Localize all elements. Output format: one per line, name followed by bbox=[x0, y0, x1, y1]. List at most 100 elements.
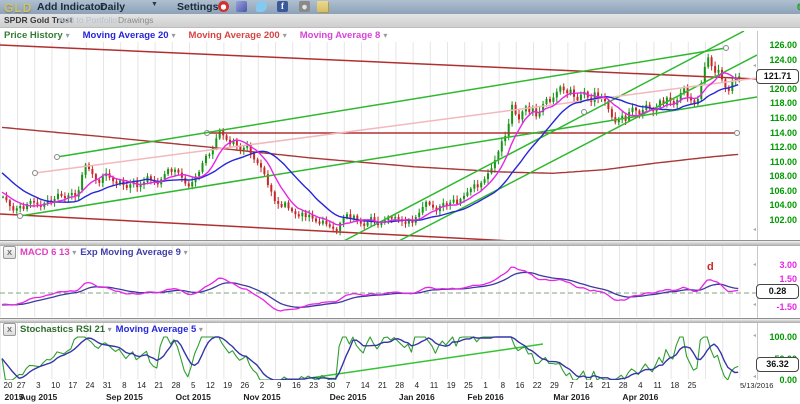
ma20-dropdown[interactable]: Moving Average 20▾ bbox=[83, 30, 176, 41]
caret-down-icon[interactable]: ▾ bbox=[199, 325, 203, 334]
interval-caret-icon[interactable]: ▼ bbox=[151, 1, 158, 8]
ma200-line bbox=[2, 127, 738, 173]
date-tick-label: 3 bbox=[36, 381, 40, 390]
camera-icon[interactable] bbox=[299, 1, 310, 12]
date-tick-label: 26 bbox=[240, 381, 249, 390]
price-axis-label: 116.00 bbox=[760, 113, 797, 123]
date-tick-label: 19 bbox=[223, 381, 232, 390]
month-label: Nov 2015 bbox=[243, 392, 280, 402]
alarm-icon[interactable] bbox=[218, 1, 229, 12]
month-label: Oct 2015 bbox=[175, 392, 210, 402]
axis-handle-icon[interactable]: ◂ bbox=[753, 62, 756, 69]
macd-axis-label: -1.50 bbox=[760, 302, 797, 312]
caret-down-icon[interactable]: ▾ bbox=[108, 325, 112, 334]
caret-down-icon[interactable]: ▾ bbox=[283, 31, 287, 40]
date-tick-label: 7 bbox=[569, 381, 573, 390]
month-label: Jan 2016 bbox=[399, 392, 435, 402]
macd-pane-header: X MACD 6 13 ▾ Exp Moving Average 9 ▾ bbox=[3, 246, 188, 258]
trendline-drawing[interactable] bbox=[0, 214, 548, 243]
date-tick-label: 22 bbox=[533, 381, 542, 390]
date-tick-label: 20 bbox=[4, 381, 13, 390]
ma200-dropdown[interactable]: Moving Average 200▾ bbox=[189, 30, 287, 41]
twitter-icon[interactable] bbox=[256, 1, 267, 12]
macd-axis-label: 1.50 bbox=[760, 274, 797, 284]
price-axis-label: 106.00 bbox=[760, 186, 797, 196]
settings-button[interactable]: Settings bbox=[177, 1, 218, 13]
price-axis-label: 126.00 bbox=[760, 40, 797, 50]
close-pane-button[interactable]: X bbox=[3, 323, 16, 336]
drawing-endpoint[interactable] bbox=[33, 171, 38, 176]
axis-handle-icon[interactable]: ◂ bbox=[753, 226, 756, 233]
axis-handle-icon[interactable]: ◂ bbox=[753, 373, 756, 380]
month-label: Feb 2016 bbox=[467, 392, 503, 402]
app-logo: GLD bbox=[4, 1, 32, 15]
macd-signal-dropdown[interactable]: Exp Moving Average 9 ▾ bbox=[80, 247, 187, 258]
price-axis-label: 104.00 bbox=[760, 200, 797, 210]
date-tick-label: 19 bbox=[447, 381, 456, 390]
price-axis-label: 102.00 bbox=[760, 215, 797, 225]
date-tick-label: 4 bbox=[638, 381, 642, 390]
chart-canvas[interactable] bbox=[0, 0, 800, 404]
drawing-endpoint[interactable] bbox=[582, 110, 587, 115]
caret-down-icon[interactable]: ▾ bbox=[72, 248, 76, 257]
price-axis-label: 108.00 bbox=[760, 171, 797, 181]
drawing-endpoint[interactable] bbox=[735, 131, 740, 136]
date-tick-label: 30 bbox=[326, 381, 335, 390]
stoch-pane-header: X Stochastics RSI 21 ▾ Moving Average 5 … bbox=[3, 323, 203, 335]
caret-down-icon[interactable]: ▾ bbox=[172, 31, 176, 40]
date-tick-label: 29 bbox=[550, 381, 559, 390]
date-tick-label: 31 bbox=[103, 381, 112, 390]
axis-handle-icon[interactable]: ◂ bbox=[753, 301, 756, 308]
trendline-drawing[interactable] bbox=[395, 55, 757, 243]
date-tick-label: 28 bbox=[619, 381, 628, 390]
date-tick-label: 16 bbox=[292, 381, 301, 390]
stoch-axis-label: 0.00 bbox=[760, 375, 797, 385]
drawings-menu[interactable]: Drawings bbox=[118, 15, 153, 25]
close-pane-button[interactable]: X bbox=[3, 246, 16, 259]
stoch-rsi-line bbox=[2, 337, 738, 380]
date-tick-label: 21 bbox=[602, 381, 611, 390]
date-tick-label: 18 bbox=[670, 381, 679, 390]
caret-down-icon[interactable]: ▾ bbox=[66, 31, 70, 40]
facebook-icon[interactable]: f bbox=[277, 1, 288, 12]
stoch-dropdown[interactable]: Stochastics RSI 21 ▾ bbox=[20, 324, 112, 335]
date-tick-label: 11 bbox=[653, 381, 661, 390]
stoch-ma-dropdown[interactable]: Moving Average 5 ▾ bbox=[116, 324, 203, 335]
axis-handle-icon[interactable]: ◂ bbox=[753, 332, 756, 339]
axis-handle-icon[interactable]: ◂ bbox=[753, 261, 756, 268]
macd-dropdown[interactable]: MACD 6 13 ▾ bbox=[20, 247, 76, 258]
price-history-dropdown[interactable]: Price History▾ bbox=[4, 30, 70, 41]
macd-axis-label: 3.00 bbox=[760, 260, 797, 270]
price-axis-label: 120.00 bbox=[760, 84, 797, 94]
date-tick-label: 23 bbox=[309, 381, 318, 390]
macd-line bbox=[2, 267, 738, 311]
interval-dropdown[interactable]: Daily bbox=[100, 1, 125, 13]
month-label: Dec 2015 bbox=[330, 392, 367, 402]
month-label: Mar 2016 bbox=[553, 392, 589, 402]
stoch-value-box: 36.32 bbox=[756, 357, 799, 372]
date-tick-label: 28 bbox=[395, 381, 404, 390]
price-axis-label: 110.00 bbox=[760, 157, 797, 167]
month-label: Apr 2016 bbox=[622, 392, 658, 402]
last-price-box: 121.71 bbox=[756, 69, 799, 84]
month-label: Sep 2015 bbox=[106, 392, 143, 402]
app-window: GLD Add Indicator Daily ▼ Settings f ↑ 0… bbox=[0, 0, 800, 404]
toolbar: GLD Add Indicator Daily ▼ Settings f ↑ 0… bbox=[0, 0, 800, 15]
add-indicator-button[interactable]: Add Indicator bbox=[37, 1, 105, 13]
price-axis-label: 114.00 bbox=[760, 128, 797, 138]
caret-down-icon[interactable]: ▾ bbox=[184, 248, 188, 257]
date-tick-label: 28 bbox=[172, 381, 181, 390]
drawing-endpoint[interactable] bbox=[724, 46, 729, 51]
date-tick-label: 10 bbox=[51, 381, 60, 390]
drawing-endpoint[interactable] bbox=[18, 214, 23, 219]
notes-icon[interactable] bbox=[317, 1, 328, 12]
cube-chart-icon[interactable] bbox=[236, 1, 247, 12]
date-tick-label: 21 bbox=[154, 381, 163, 390]
caret-down-icon[interactable]: ▾ bbox=[383, 31, 387, 40]
date-tick-label: 24 bbox=[86, 381, 95, 390]
trendline-drawing[interactable] bbox=[310, 344, 543, 378]
ma8-dropdown[interactable]: Moving Average 8▾ bbox=[300, 30, 388, 41]
trendline-drawing[interactable] bbox=[20, 97, 757, 216]
drawing-endpoint[interactable] bbox=[55, 155, 60, 160]
add-to-portfolio-link[interactable]: Add to Portfolio bbox=[59, 15, 117, 25]
